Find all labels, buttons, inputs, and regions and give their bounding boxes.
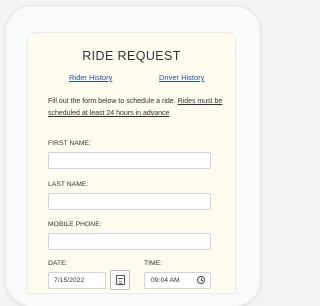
ride-request-card: RIDE REQUEST Rider History Driver Histor…	[28, 33, 235, 293]
last-name-field[interactable]	[48, 193, 211, 210]
intro-instruction: Fill out the form below to schedule a ri…	[48, 98, 176, 105]
intro-text: Fill out the form below to schedule a ri…	[48, 96, 228, 120]
time-value: 09:04 AM	[151, 277, 180, 284]
rider-history-link[interactable]: Rider History	[69, 73, 112, 82]
time-label: TIME:	[144, 260, 163, 267]
driver-history-link[interactable]: Driver History	[159, 73, 204, 82]
date-label: DATE:	[48, 260, 68, 267]
calendar-icon	[116, 275, 125, 285]
clock-icon[interactable]	[197, 276, 205, 284]
mobile-phone-label: MOBILE PHONE:	[48, 221, 102, 228]
date-value: 7/15/2022	[54, 277, 85, 284]
page-title: RIDE REQUEST	[82, 49, 181, 63]
first-name-field[interactable]	[48, 152, 211, 169]
first-name-label: FIRST NAME:	[48, 140, 91, 147]
last-name-label: LAST NAME:	[48, 181, 89, 188]
calendar-button[interactable]	[110, 270, 130, 290]
mobile-phone-field[interactable]	[48, 233, 211, 250]
